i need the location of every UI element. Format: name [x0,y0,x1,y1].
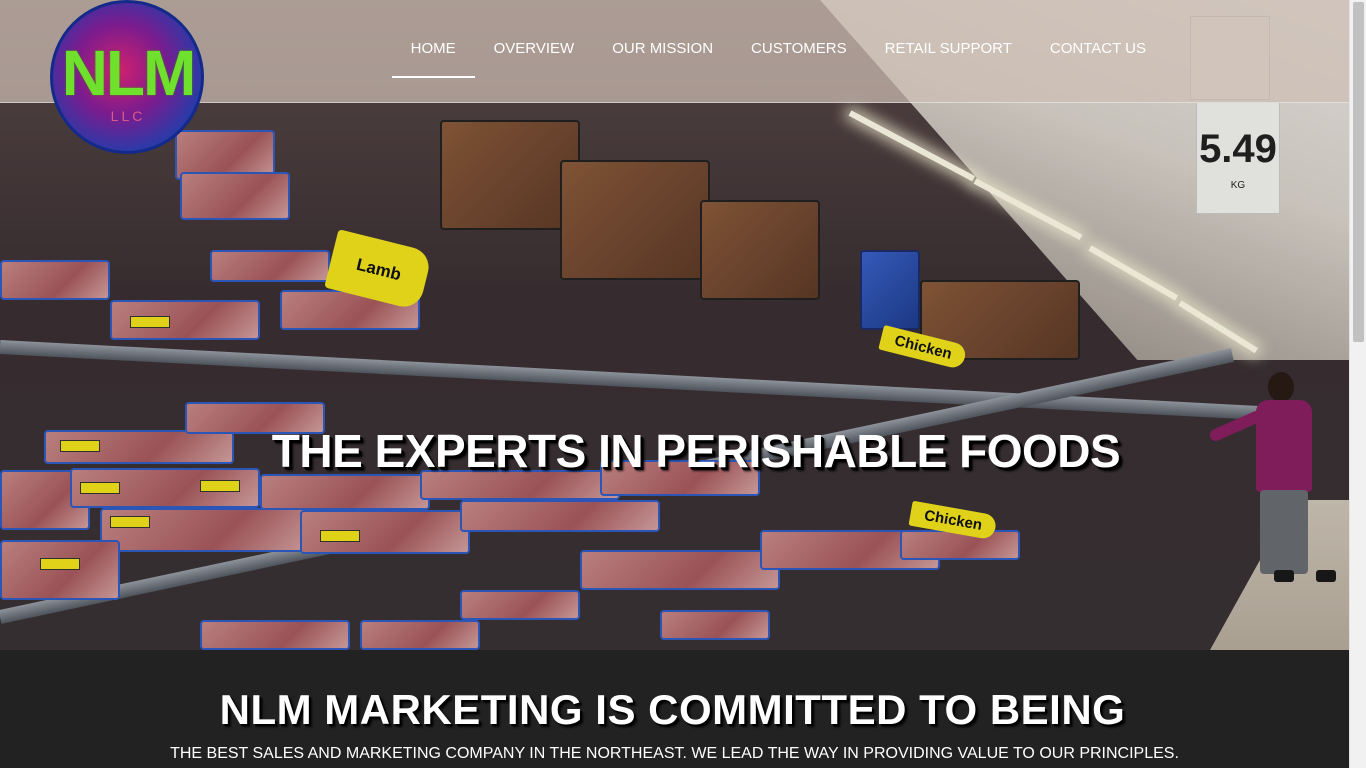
commitment-section: NLM MARKETING IS COMMITTED TO BEING THE … [0,650,1349,768]
logo-wordmark: NLM [61,37,197,109]
nav-home[interactable]: HOME [391,0,475,78]
nav-our-mission[interactable]: OUR MISSION [593,0,732,78]
section-heading: NLM MARKETING IS COMMITTED TO BEING [219,686,1126,733]
nav-overview[interactable]: OVERVIEW [475,0,594,78]
nav-retail-support[interactable]: RETAIL SUPPORT [866,0,1031,78]
main-navigation: HOME OVERVIEW OUR MISSION CUSTOMERS RETA… [391,0,1165,103]
logo-suffix: LLC [110,108,146,124]
nav-customers[interactable]: CUSTOMERS [732,0,866,78]
hero-headline: THE EXPERTS IN PERISHABLE FOODS [271,425,1121,477]
page-scrollbar[interactable] [1349,0,1366,768]
nav-contact-us[interactable]: CONTACT US [1031,0,1165,78]
site-header: NLM LLC HOME OVERVIEW OUR MISSION CUSTOM… [0,0,1349,154]
section-subheading: THE BEST SALES AND MARKETING COMPANY IN … [170,745,1179,762]
scrollbar-thumb[interactable] [1353,2,1364,342]
company-logo[interactable]: NLM LLC [46,0,216,170]
